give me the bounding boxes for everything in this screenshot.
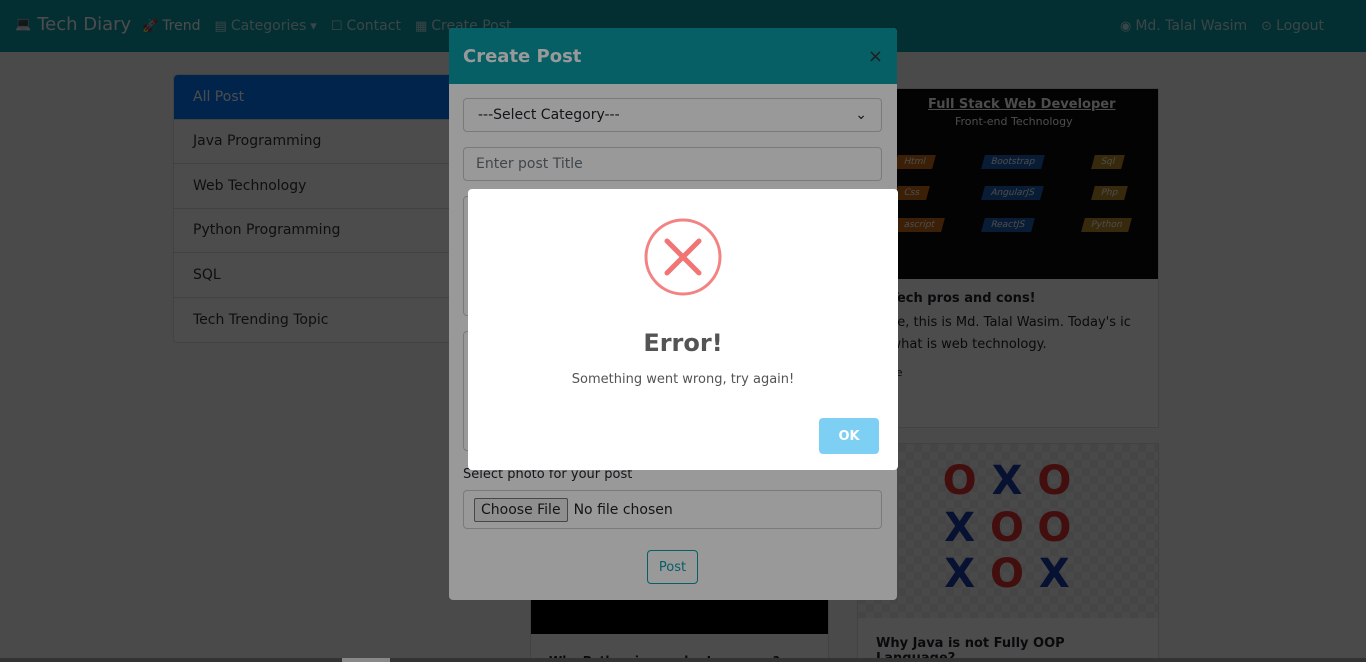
error-dialog: Error! Something went wrong, try again! … [468, 189, 898, 470]
scrollbar-thumb[interactable] [342, 658, 390, 662]
error-x-icon [644, 218, 722, 296]
ok-button[interactable]: OK [819, 418, 879, 454]
horizontal-scrollbar[interactable] [0, 658, 1366, 662]
dialog-title: Error! [643, 329, 723, 357]
dialog-message: Something went wrong, try again! [571, 372, 795, 387]
